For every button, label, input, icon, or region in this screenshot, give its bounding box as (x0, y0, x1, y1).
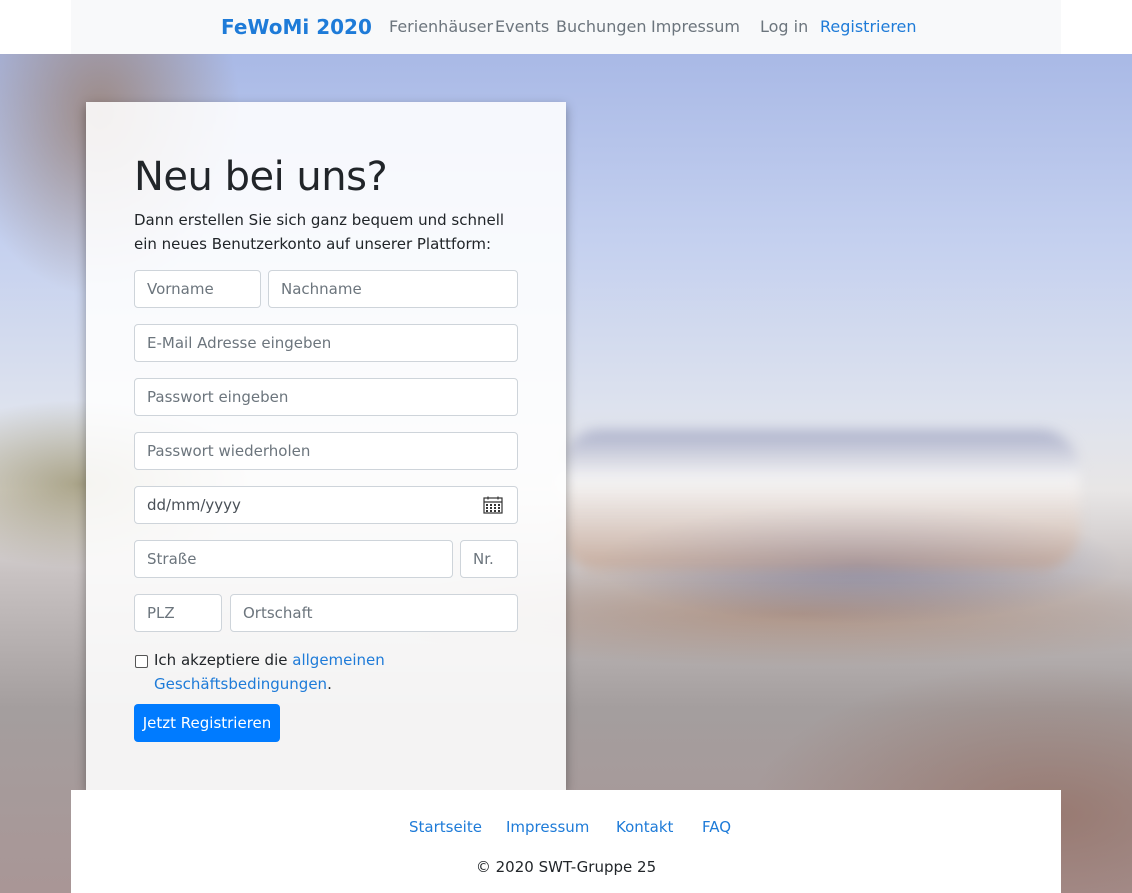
password-placeholder: Passwort eingeben (147, 388, 289, 406)
nav-impressum[interactable]: Impressum (651, 17, 740, 36)
nav-events[interactable]: Events (495, 17, 549, 36)
password-repeat-input[interactable]: Passwort wiederholen (134, 432, 518, 470)
navbar: FeWoMi 2020 Ferienhäuser Events Buchunge… (71, 0, 1061, 54)
nav-buchungen[interactable]: Buchungen (556, 17, 646, 36)
birthdate-value: dd/mm/yyyy (147, 496, 241, 514)
terms-label: Ich akzeptiere die allgemeinen (154, 648, 414, 672)
street-placeholder: Straße (147, 550, 197, 568)
email-input[interactable]: E-Mail Adresse eingeben (134, 324, 518, 362)
street-input[interactable]: Straße (134, 540, 453, 578)
terms-suffix: . (327, 675, 332, 693)
password-input[interactable]: Passwort eingeben (134, 378, 518, 416)
lastname-placeholder: Nachname (281, 280, 362, 298)
footer-link-impressum[interactable]: Impressum (506, 818, 589, 836)
nav-ferienhaeuser[interactable]: Ferienhäuser (389, 17, 493, 36)
lastname-input[interactable]: Nachname (268, 270, 518, 308)
intro-text: Dann erstellen Sie sich ganz bequem und … (134, 211, 505, 253)
firstname-input[interactable]: Vorname (134, 270, 261, 308)
nav-register[interactable]: Registrieren (820, 17, 917, 36)
copyright-text: © 2020 SWT-Gruppe 25 (475, 858, 657, 876)
background-houses (560, 430, 1080, 570)
email-placeholder: E-Mail Adresse eingeben (147, 334, 332, 352)
register-submit-button[interactable]: Jetzt Registrieren (134, 704, 280, 742)
zip-input[interactable]: PLZ (134, 594, 222, 632)
terms-link-part2[interactable]: Geschäftsbedingungen (154, 675, 327, 693)
terms-prefix: Ich akzeptiere die (154, 651, 288, 669)
footer: Startseite Impressum Kontakt FAQ © 2020 … (71, 790, 1061, 893)
firstname-placeholder: Vorname (147, 280, 214, 298)
city-placeholder: Ortschaft (243, 604, 313, 622)
registration-card: Neu bei uns? Dann erstellen Sie sich gan… (86, 102, 566, 790)
page-title: Neu bei uns? (134, 154, 388, 200)
city-input[interactable]: Ortschaft (230, 594, 518, 632)
terms-checkbox[interactable] (135, 655, 148, 668)
footer-link-faq[interactable]: FAQ (702, 818, 731, 836)
brand-logo[interactable]: FeWoMi 2020 (221, 15, 372, 39)
footer-link-kontakt[interactable]: Kontakt (616, 818, 673, 836)
terms-link-part1[interactable]: allgemeinen (292, 651, 385, 669)
footer-link-startseite[interactable]: Startseite (409, 818, 482, 836)
house-number-placeholder: Nr. (473, 550, 494, 568)
house-number-input[interactable]: Nr. (460, 540, 518, 578)
birthdate-input[interactable]: dd/mm/yyyy (134, 486, 518, 524)
password-repeat-placeholder: Passwort wiederholen (147, 442, 311, 460)
calendar-icon[interactable] (483, 496, 503, 514)
nav-login[interactable]: Log in (760, 17, 808, 36)
terms-label-line2: Geschäftsbedingungen. (154, 672, 332, 696)
zip-placeholder: PLZ (147, 604, 175, 622)
